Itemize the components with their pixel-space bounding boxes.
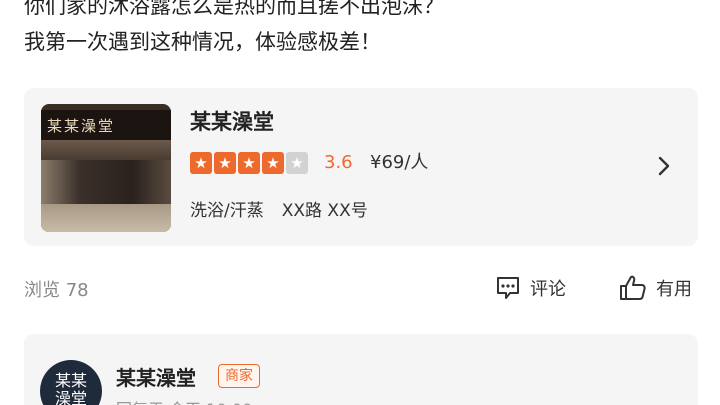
thumbs-up-icon: [620, 275, 646, 300]
comment-label: 评论: [530, 279, 566, 300]
merchant-reply-card: 某某澡堂 某某澡堂 商家 回复于 今天 10:00: [24, 334, 698, 405]
shop-card[interactable]: 某某澡堂 某某澡堂 ★ ★ ★ ★ ★ 3.6 ¥69/人 洗浴/汗蒸 XX路 XX号: [24, 88, 698, 246]
merchant-avatar[interactable]: 某某澡堂: [40, 360, 102, 405]
star-icon: ★: [214, 152, 236, 174]
shop-name: 某某澡堂: [190, 110, 274, 134]
merchant-badge: 商家: [218, 364, 260, 388]
comment-button[interactable]: 评论: [494, 270, 566, 306]
star-icon: ★: [238, 152, 260, 174]
view-count: 浏览 78: [24, 280, 89, 301]
shop-meta: 洗浴/汗蒸 XX路 XX号: [190, 196, 368, 221]
useful-label: 有用: [656, 279, 692, 300]
reply-time: 回复于 今天 10:00: [116, 396, 252, 405]
useful-button[interactable]: 有用: [618, 270, 692, 306]
avatar-text: 某某澡堂: [54, 371, 87, 405]
rating-value: 3.6: [324, 152, 353, 173]
review-line-2: 我第一次遇到这种情况，体验感极差！: [24, 30, 381, 54]
shop-sign: 某某澡堂: [41, 110, 171, 140]
comment-icon: [497, 277, 519, 299]
review-stats-row: 浏览 78 评论 有用: [24, 270, 704, 306]
star-icon: ★: [190, 152, 212, 174]
shop-address: XX路 XX号: [281, 201, 368, 221]
price-per-person: ¥69/人: [370, 152, 429, 173]
star-icon: ★: [286, 152, 308, 174]
chevron-right-icon[interactable]: [652, 152, 676, 180]
review-text: 你们家的沐浴露怎么是热的而且搓不出泡沫？ 我第一次遇到这种情况，体验感极差！: [24, 0, 704, 60]
merchant-name: 某某澡堂: [116, 366, 196, 390]
shop-photo: 某某澡堂: [41, 104, 171, 232]
review-line-1: 你们家的沐浴露怎么是热的而且搓不出泡沫？: [24, 0, 444, 18]
shop-category: 洗浴/汗蒸: [190, 201, 264, 221]
star-rating: ★ ★ ★ ★ ★: [190, 152, 308, 174]
star-icon: ★: [262, 152, 284, 174]
